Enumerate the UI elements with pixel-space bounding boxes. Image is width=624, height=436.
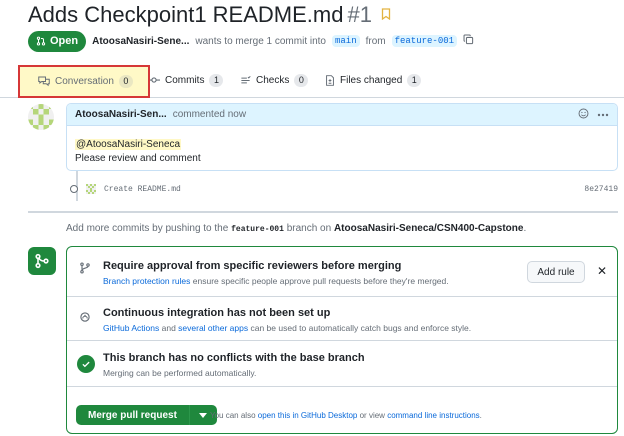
- smiley-icon[interactable]: [578, 108, 589, 122]
- comment-discussion-icon: [38, 76, 50, 86]
- approval-desc: Branch protection rules ensure specific …: [103, 276, 449, 286]
- merge-alt-post: .: [479, 411, 482, 420]
- avatar[interactable]: [28, 104, 54, 130]
- merge-alt-pre: You can also: [210, 411, 256, 420]
- merge-button-group: Merge pull request: [76, 405, 217, 425]
- tab-conversation-label: Conversation: [55, 75, 114, 87]
- branch-protection-link[interactable]: Branch protection rules: [103, 276, 190, 286]
- pr-state-badge: Open: [28, 30, 87, 52]
- git-merge-icon: [28, 247, 56, 275]
- tab-files-changed[interactable]: Files changed 1: [325, 68, 422, 92]
- commit-row: Create README.md 8e27419: [70, 182, 618, 196]
- comment-body: @AtoosaNasiri-Seneca Please review and c…: [67, 126, 617, 166]
- tab-checks-count: 0: [294, 73, 309, 87]
- pr-author-link[interactable]: AtoosaNasiri-Sene...: [92, 36, 189, 47]
- conflict-section: This branch has no conflicts with the ba…: [67, 341, 617, 387]
- timeline-separator: [28, 211, 618, 213]
- ci-and-text: and: [161, 323, 176, 333]
- commit-sha[interactable]: 8e27419: [584, 185, 618, 194]
- pr-title: Adds Checkpoint1 README.md: [28, 2, 344, 27]
- approval-section: Require approval from specific reviewers…: [67, 247, 617, 297]
- caret-down-icon: [199, 412, 208, 418]
- commit-dot-icon: [70, 185, 78, 193]
- command-line-link[interactable]: command line instructions: [387, 411, 479, 420]
- hint-branch: feature-001: [231, 225, 284, 234]
- pr-title-row: Adds Checkpoint1 README.md #1: [28, 2, 391, 28]
- pr-state-label: Open: [50, 35, 79, 47]
- ci-desc-text: can be used to automatically catch bugs …: [250, 323, 472, 333]
- merge-pull-request-button[interactable]: Merge pull request: [76, 405, 189, 425]
- base-branch-chip[interactable]: main: [332, 35, 360, 47]
- comment-header: AtoosaNasiri-Sen... commented now: [67, 104, 617, 126]
- pr-from-text: from: [365, 35, 386, 47]
- hint-mid: branch on: [286, 223, 332, 234]
- merge-box: Require approval from specific reviewers…: [66, 246, 618, 434]
- bookmark-icon[interactable]: [381, 8, 391, 23]
- tab-checks[interactable]: Checks 0: [240, 68, 309, 92]
- conflict-title: This branch has no conflicts with the ba…: [103, 352, 365, 364]
- pr-merge-text: wants to merge 1 commit into: [195, 35, 326, 47]
- pr-meta-row: Open AtoosaNasiri-Sene... wants to merge…: [28, 30, 474, 52]
- comment-action: commented now: [172, 109, 247, 120]
- git-pull-request-icon: [36, 36, 46, 46]
- checks-icon: [241, 75, 251, 83]
- copy-icon[interactable]: [463, 34, 474, 48]
- push-hint: Add more commits by pushing to the featu…: [66, 223, 526, 234]
- pr-number: #1: [347, 2, 372, 27]
- git-branch-icon: [79, 262, 91, 277]
- tab-conversation[interactable]: Conversation 0: [18, 65, 150, 98]
- github-desktop-link[interactable]: open this in GitHub Desktop: [258, 411, 358, 420]
- comment-box: AtoosaNasiri-Sen... commented now @Atoos…: [66, 103, 618, 171]
- hint-repo[interactable]: AtoosaNasiri-Seneca/CSN400-Capstone: [334, 223, 524, 234]
- ci-section: Continuous integration has not been set …: [67, 297, 617, 341]
- merge-alternatives: You can also open this in GitHub Desktop…: [210, 411, 482, 420]
- kebab-menu-icon[interactable]: [597, 109, 609, 120]
- hint-post: .: [523, 223, 527, 234]
- tab-checks-label: Checks: [256, 74, 290, 86]
- tab-commits[interactable]: Commits 1: [148, 68, 224, 92]
- github-actions-link[interactable]: GitHub Actions: [103, 323, 159, 333]
- merge-alt-mid: or view: [359, 411, 385, 420]
- ci-title: Continuous integration has not been set …: [103, 307, 331, 319]
- tab-commits-count: 1: [209, 73, 224, 87]
- commit-message[interactable]: Create README.md: [104, 185, 181, 194]
- approval-title: Require approval from specific reviewers…: [103, 260, 402, 272]
- comment-mention[interactable]: @AtoosaNasiri-Seneca: [75, 139, 182, 150]
- head-branch-chip[interactable]: feature-001: [391, 35, 458, 47]
- approval-desc-text: ensure specific people approve pull requ…: [192, 276, 449, 286]
- other-apps-link[interactable]: several other apps: [178, 323, 248, 333]
- tab-conversation-count: 0: [118, 74, 133, 88]
- check-circle-icon: [77, 355, 95, 373]
- tab-files-changed-count: 1: [407, 73, 422, 87]
- workflow-icon: [79, 311, 91, 326]
- add-rule-button[interactable]: Add rule: [527, 261, 585, 283]
- commit-avatar[interactable]: [86, 184, 96, 194]
- conflict-desc: Merging can be performed automatically.: [103, 368, 257, 378]
- ci-desc: GitHub Actions and several other apps ca…: [103, 323, 471, 333]
- tab-files-changed-label: Files changed: [340, 74, 403, 86]
- hint-pre: Add more commits by pushing to the: [66, 223, 229, 234]
- tab-commits-label: Commits: [165, 74, 205, 86]
- file-diff-icon: [326, 74, 334, 86]
- comment-author[interactable]: AtoosaNasiri-Sen...: [75, 109, 167, 120]
- close-icon[interactable]: ✕: [597, 264, 607, 278]
- comment-text: Please review and comment: [75, 153, 201, 164]
